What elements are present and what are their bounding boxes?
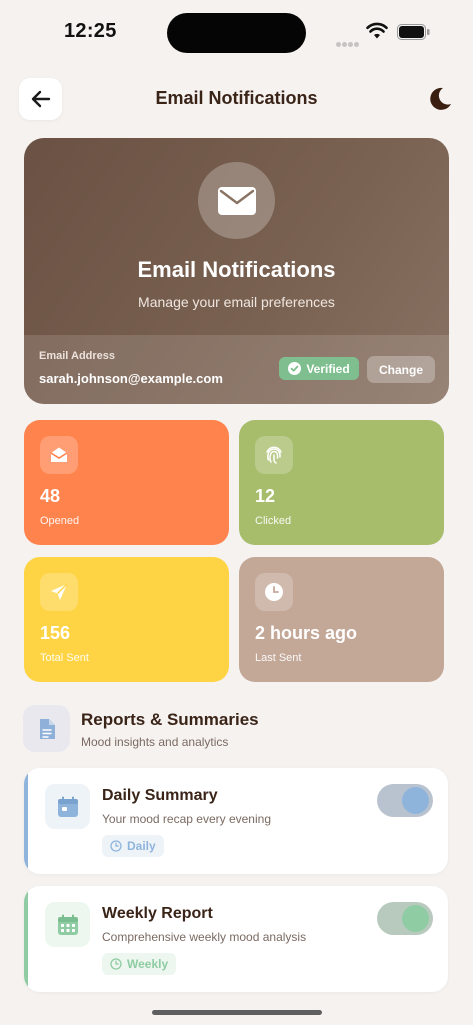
check-circle-icon (288, 362, 302, 375)
calendar-grid-icon (57, 914, 78, 935)
hero-title: Email Notifications (137, 257, 336, 282)
clock-icon (110, 840, 122, 852)
card-icon-box (45, 784, 90, 829)
notification-card-daily: Daily Summary Your mood recap every even… (24, 768, 448, 874)
daily-summary-toggle[interactable] (377, 784, 433, 817)
toggle-knob (402, 905, 429, 932)
stat-value: 156 (40, 623, 71, 643)
stat-card-last-sent: 2 hours ago Last Sent (239, 557, 444, 682)
status-time: 12:25 (64, 20, 117, 42)
email-address-row: Email Address sarah.johnson@example.com … (24, 335, 449, 404)
envelope-icon-circle (198, 162, 275, 239)
frequency-badge: Daily (102, 835, 164, 857)
clock-icon (110, 958, 122, 970)
stat-icon-box (255, 436, 293, 474)
stat-card-total-sent: 156 Total Sent (24, 557, 229, 682)
frequency-label: Weekly (127, 957, 169, 971)
section-subtitle: Mood insights and analytics (81, 735, 229, 749)
verified-badge: Verified (279, 357, 359, 380)
stat-label: Total Sent (40, 652, 89, 664)
battery-icon (397, 24, 430, 40)
card-icon-box (45, 902, 90, 947)
status-bar: 12:25 (0, 0, 473, 64)
stat-value: 2 hours ago (255, 623, 358, 643)
section-icon-box (23, 705, 70, 752)
card-subtitle: Comprehensive weekly mood analysis (102, 930, 307, 944)
clock-icon (265, 583, 283, 601)
stat-icon-box (40, 573, 78, 611)
stat-icon-box (40, 436, 78, 474)
home-indicator (152, 1010, 322, 1015)
stat-card-clicked: 12 Clicked (239, 420, 444, 545)
page-title: Email Notifications (155, 88, 318, 108)
stat-label: Opened (40, 515, 80, 527)
signal-icon (336, 34, 360, 52)
moon-icon (430, 87, 451, 110)
wifi-icon (366, 22, 388, 39)
document-icon (39, 718, 55, 739)
theme-toggle-button[interactable] (426, 85, 454, 118)
frequency-label: Daily (127, 839, 156, 853)
calendar-icon (57, 796, 78, 817)
notification-card-weekly: Weekly Report Comprehensive weekly mood … (24, 886, 448, 992)
card-title: Weekly Report (102, 905, 213, 922)
stat-value: 12 (255, 486, 276, 506)
stat-card-opened: 48 Opened (24, 420, 229, 545)
card-title: Daily Summary (102, 787, 218, 804)
frequency-badge: Weekly (102, 953, 177, 975)
stat-label: Last Sent (255, 652, 302, 664)
dynamic-island (167, 13, 306, 53)
fingerprint-icon (266, 446, 282, 464)
email-address-value: sarah.johnson@example.com (39, 371, 223, 386)
email-address-label: Email Address (39, 350, 116, 362)
card-subtitle: Your mood recap every evening (102, 812, 271, 826)
paper-plane-icon (51, 583, 68, 600)
section-title: Reports & Summaries (81, 710, 259, 729)
card-accent-bar (24, 886, 28, 992)
change-email-button[interactable]: Change (367, 356, 435, 383)
hero-subtitle: Manage your email preferences (138, 294, 335, 310)
envelope-open-icon (50, 447, 68, 462)
email-hero-card: Email Notifications Manage your email pr… (24, 138, 449, 404)
stat-label: Clicked (255, 515, 292, 527)
card-accent-bar (24, 768, 28, 874)
verified-label: Verified (306, 361, 350, 376)
toggle-knob (402, 787, 429, 814)
stat-value: 48 (40, 486, 61, 506)
stat-icon-box (255, 573, 293, 611)
weekly-report-toggle[interactable] (377, 902, 433, 935)
envelope-icon (217, 186, 256, 215)
